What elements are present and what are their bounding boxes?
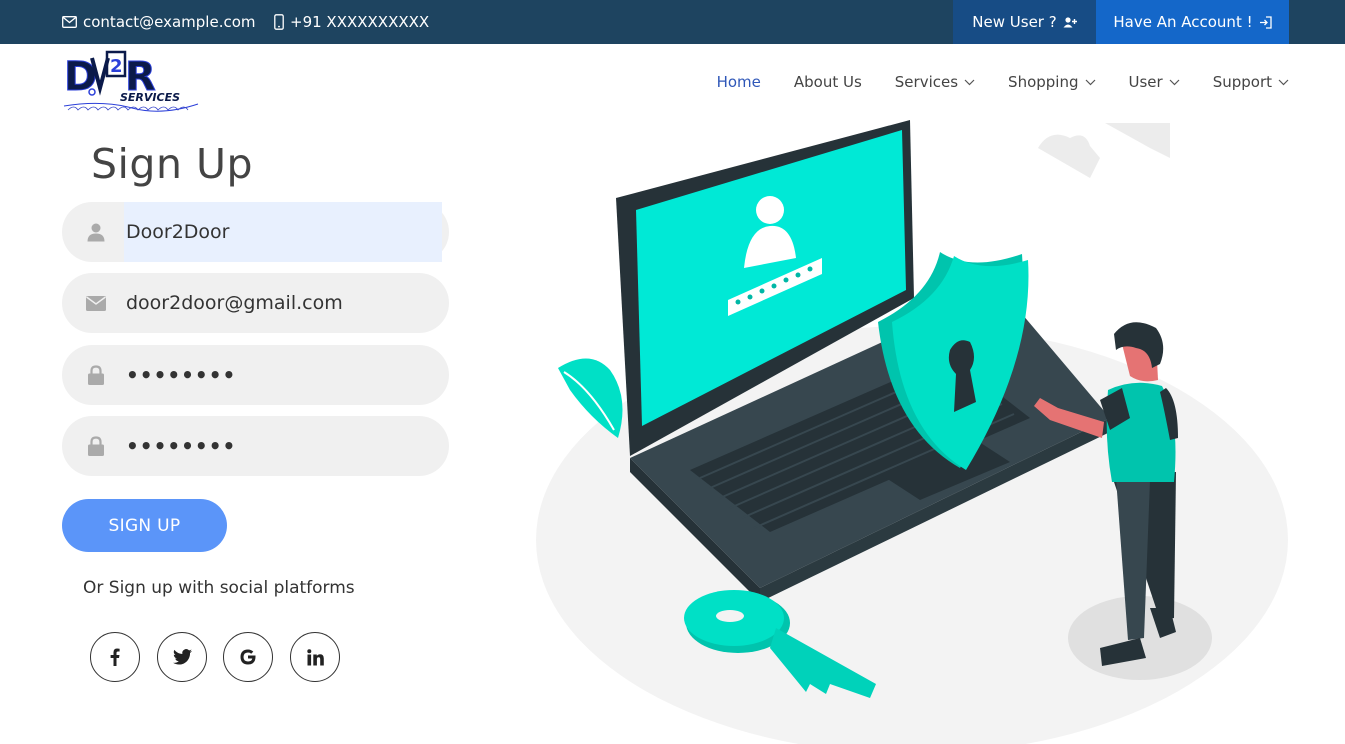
nav-shopping-label: Shopping	[1008, 73, 1079, 91]
contact-email-text: contact@example.com	[83, 13, 256, 31]
new-user-button[interactable]: New User ?	[953, 0, 1096, 44]
password-field	[62, 345, 449, 405]
top-bar: contact@example.com +91 XXXXXXXXXX New U…	[0, 0, 1345, 44]
new-user-label: New User ?	[972, 13, 1057, 31]
nav-home-label: Home	[716, 73, 761, 91]
email-field	[62, 273, 449, 333]
confirm-password-input[interactable]	[126, 416, 442, 476]
nav-services[interactable]: Services	[895, 70, 975, 94]
confirm-password-field	[62, 416, 449, 476]
lock-icon	[84, 434, 108, 458]
password-input[interactable]	[126, 345, 442, 405]
google-button[interactable]	[223, 632, 273, 682]
user-icon	[84, 220, 108, 244]
nav-home[interactable]: Home	[717, 70, 761, 94]
have-account-label: Have An Account !	[1113, 13, 1253, 31]
nav-about-us-label: About Us	[793, 73, 862, 91]
nav-user[interactable]: User	[1129, 70, 1180, 94]
contact-email[interactable]: contact@example.com	[62, 0, 256, 44]
chevron-down-icon	[964, 79, 975, 85]
site-logo[interactable]: D 2 R SERVICES	[62, 48, 202, 116]
envelope-icon	[84, 291, 108, 315]
svg-text:2: 2	[110, 56, 123, 77]
phone-icon	[274, 14, 284, 30]
have-account-button[interactable]: Have An Account !	[1096, 0, 1289, 44]
twitter-button[interactable]	[157, 632, 207, 682]
sign-in-icon	[1259, 15, 1272, 29]
chevron-down-icon	[1085, 79, 1095, 85]
username-input[interactable]	[124, 202, 442, 262]
svg-text:SERVICES: SERVICES	[120, 91, 180, 104]
nav-shopping[interactable]: Shopping	[1008, 70, 1095, 94]
main-nav: Home About Us Services Shopping User Sup…	[717, 70, 1289, 94]
page-title: Sign Up	[91, 140, 253, 188]
social-text: Or Sign up with social platforms	[83, 578, 355, 598]
user-plus-icon	[1063, 16, 1077, 27]
facebook-icon	[110, 648, 120, 666]
contact-phone-text: +91 XXXXXXXXXX	[290, 13, 430, 31]
facebook-button[interactable]	[90, 632, 140, 682]
google-icon	[240, 649, 256, 665]
nav-support-label: Support	[1212, 73, 1272, 91]
security-illustration	[530, 118, 1300, 744]
chevron-down-icon	[1169, 79, 1180, 85]
contact-phone[interactable]: +91 XXXXXXXXXX	[274, 0, 429, 44]
nav-support[interactable]: Support	[1213, 70, 1289, 94]
nav-user-label: User	[1128, 73, 1163, 91]
email-input[interactable]	[126, 273, 442, 333]
nav-services-label: Services	[894, 73, 959, 91]
twitter-icon	[172, 649, 192, 665]
linkedin-button[interactable]	[290, 632, 340, 682]
username-field	[62, 202, 449, 262]
sign-up-button[interactable]: SIGN UP	[62, 499, 227, 552]
envelope-icon	[62, 16, 77, 28]
nav-about-us[interactable]: About Us	[794, 70, 862, 94]
chevron-down-icon	[1278, 79, 1289, 85]
linkedin-icon	[306, 648, 324, 665]
lock-icon	[84, 363, 108, 387]
